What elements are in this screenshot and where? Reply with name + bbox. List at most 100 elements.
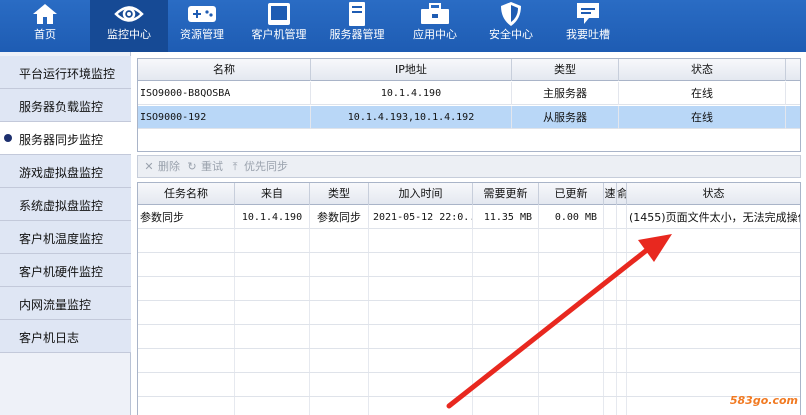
sidebar-item-label: 游戏虚拟盘监控 bbox=[19, 166, 104, 180]
nav-servers-label: 服务器管理 bbox=[329, 28, 385, 41]
sidebar-item-label: 客户机温度监控 bbox=[19, 232, 104, 246]
nav-monitor-label: 监控中心 bbox=[107, 28, 151, 41]
column-header-done[interactable]: 已更新 bbox=[539, 183, 604, 205]
retry-button[interactable]: ↻ 重试 bbox=[186, 159, 223, 175]
table-row-empty bbox=[138, 350, 800, 373]
table-row-empty bbox=[138, 230, 800, 253]
table-row-selected[interactable]: ISO9000-192 10.1.4.193,10.1.4.192 从服务器 在… bbox=[138, 106, 800, 129]
delete-label: 删除 bbox=[158, 160, 180, 173]
column-header-speed[interactable]: 速 bbox=[604, 183, 617, 205]
top-nav: 首页 监控中心 资源管理 客户机管理 服务器管理 应用中心 安全中心 我要吐槽 bbox=[0, 0, 806, 52]
table-row-empty bbox=[138, 254, 800, 277]
sidebar-item-label: 平台运行环境监控 bbox=[19, 67, 116, 81]
retry-label: 重试 bbox=[201, 160, 223, 173]
watermark: 583go.com bbox=[729, 394, 798, 407]
priority-label: 优先同步 bbox=[244, 160, 288, 173]
column-header-need[interactable]: 需要更新 bbox=[473, 183, 539, 205]
cell-speed bbox=[604, 206, 617, 229]
cell-type: 主服务器 bbox=[512, 82, 619, 105]
cell-ip: 10.1.4.190 bbox=[311, 82, 512, 105]
nav-servers[interactable]: 服务器管理 bbox=[318, 0, 396, 52]
nav-clients[interactable]: 客户机管理 bbox=[240, 0, 318, 52]
table-row-empty bbox=[138, 302, 800, 325]
sidebar-item-label: 服务器同步监控 bbox=[19, 133, 104, 147]
cell-need: 11.35 MB bbox=[473, 206, 539, 229]
column-header-task[interactable]: 任务名称 bbox=[138, 183, 235, 205]
column-header-status[interactable]: 状态 bbox=[619, 59, 786, 81]
nav-security-label: 安全中心 bbox=[489, 28, 533, 41]
sidebar-item-game-vdisk[interactable]: 游戏虚拟盘监控 bbox=[0, 155, 131, 188]
nav-clients-label: 客户机管理 bbox=[251, 28, 307, 41]
nav-home-label: 首页 bbox=[34, 28, 56, 41]
cell-name: ISO9000-192 bbox=[138, 106, 311, 129]
shield-icon bbox=[472, 2, 550, 26]
nav-home[interactable]: 首页 bbox=[6, 0, 84, 52]
toolbox-icon bbox=[396, 2, 474, 26]
home-icon bbox=[6, 2, 84, 26]
nav-monitor[interactable]: 监控中心 bbox=[90, 0, 168, 52]
nav-apps[interactable]: 应用中心 bbox=[396, 0, 474, 52]
column-header-time[interactable]: 加入时间 bbox=[369, 183, 473, 205]
column-header-type[interactable]: 类型 bbox=[512, 59, 619, 81]
sidebar-item-client-hardware[interactable]: 客户机硬件监控 bbox=[0, 254, 131, 287]
nav-resources[interactable]: 资源管理 bbox=[163, 0, 241, 52]
server-icon bbox=[318, 2, 396, 26]
column-header-ip[interactable]: IP地址 bbox=[311, 59, 512, 81]
priority-icon: ⤒ bbox=[232, 160, 238, 173]
cell-time: 2021-05-12 22:0... bbox=[369, 206, 473, 229]
column-header-from[interactable]: 来自 bbox=[235, 183, 310, 205]
sidebar-item-lan-traffic[interactable]: 内网流量监控 bbox=[0, 287, 131, 320]
gamepad-icon bbox=[163, 2, 241, 26]
sidebar-item-label: 客户机日志 bbox=[19, 331, 80, 345]
sidebar-item-server-load[interactable]: 服务器负载监控 bbox=[0, 89, 131, 122]
cell-ip: 10.1.4.193,10.1.4.192 bbox=[311, 106, 512, 129]
sidebar: 平台运行环境监控 服务器负载监控 服务器同步监控 游戏虚拟盘监控 系统虚拟盘监控… bbox=[0, 52, 131, 415]
sidebar-item-client-temp[interactable]: 客户机温度监控 bbox=[0, 221, 131, 254]
task-table-header: 任务名称 来自 类型 加入时间 需要更新 已更新 速 俞 状态 bbox=[138, 183, 800, 205]
sidebar-item-label: 系统虚拟盘监控 bbox=[19, 199, 104, 213]
cell-from: 10.1.4.190 bbox=[235, 206, 310, 229]
cell-status: 在线 bbox=[619, 106, 786, 129]
chat-icon bbox=[549, 2, 627, 26]
delete-button[interactable]: ✕ 删除 bbox=[143, 159, 180, 175]
table-row-empty bbox=[138, 326, 800, 349]
cell-progress bbox=[617, 206, 627, 229]
cell-done: 0.00 MB bbox=[539, 206, 604, 229]
task-table: 任务名称 来自 类型 加入时间 需要更新 已更新 速 俞 状态 参数同步 10.… bbox=[137, 182, 801, 415]
column-header-name[interactable]: 名称 bbox=[138, 59, 311, 81]
cell-type: 从服务器 bbox=[512, 106, 619, 129]
active-dot-icon bbox=[4, 134, 12, 142]
table-row-empty bbox=[138, 374, 800, 397]
sidebar-item-client-log[interactable]: 客户机日志 bbox=[0, 320, 131, 353]
cell-status: (1455)页面文件太小，无法完成操作 bbox=[629, 211, 800, 224]
table-row[interactable]: 参数同步 10.1.4.190 参数同步 2021-05-12 22:0... … bbox=[138, 206, 800, 229]
eye-icon bbox=[90, 2, 168, 26]
nav-feedback[interactable]: 我要吐槽 bbox=[549, 0, 627, 52]
sidebar-item-label: 客户机硬件监控 bbox=[19, 265, 104, 279]
sidebar-item-label: 内网流量监控 bbox=[19, 298, 92, 312]
server-table: 名称 IP地址 类型 状态 ISO9000-B8QOSBA 10.1.4.190… bbox=[137, 58, 801, 152]
nav-feedback-label: 我要吐槽 bbox=[566, 28, 610, 41]
column-header-progress[interactable]: 俞 bbox=[617, 183, 627, 205]
tablet-icon bbox=[240, 2, 318, 26]
server-table-header: 名称 IP地址 类型 状态 bbox=[138, 59, 800, 81]
table-row-empty bbox=[138, 278, 800, 301]
sidebar-item-system-vdisk[interactable]: 系统虚拟盘监控 bbox=[0, 188, 131, 221]
column-header-status[interactable]: 状态 bbox=[627, 183, 800, 205]
sidebar-item-server-sync[interactable]: 服务器同步监控 bbox=[0, 122, 131, 155]
refresh-icon: ↻ bbox=[187, 160, 197, 173]
nav-resources-label: 资源管理 bbox=[180, 28, 224, 41]
column-header-type[interactable]: 类型 bbox=[310, 183, 369, 205]
cell-task: 参数同步 bbox=[138, 206, 235, 229]
cell-name: ISO9000-B8QOSBA bbox=[138, 82, 311, 105]
task-toolbar: ✕ 删除 ↻ 重试 ⤒ 优先同步 bbox=[137, 155, 801, 178]
sidebar-item-platform-env[interactable]: 平台运行环境监控 bbox=[0, 56, 131, 89]
cell-type: 参数同步 bbox=[310, 206, 369, 229]
close-icon: ✕ bbox=[144, 160, 154, 173]
nav-security[interactable]: 安全中心 bbox=[472, 0, 550, 52]
cell-status: 在线 bbox=[619, 82, 786, 105]
priority-sync-button[interactable]: ⤒ 优先同步 bbox=[229, 159, 288, 175]
sidebar-item-label: 服务器负载监控 bbox=[19, 100, 104, 114]
nav-apps-label: 应用中心 bbox=[413, 28, 457, 41]
table-row[interactable]: ISO9000-B8QOSBA 10.1.4.190 主服务器 在线 bbox=[138, 82, 800, 105]
